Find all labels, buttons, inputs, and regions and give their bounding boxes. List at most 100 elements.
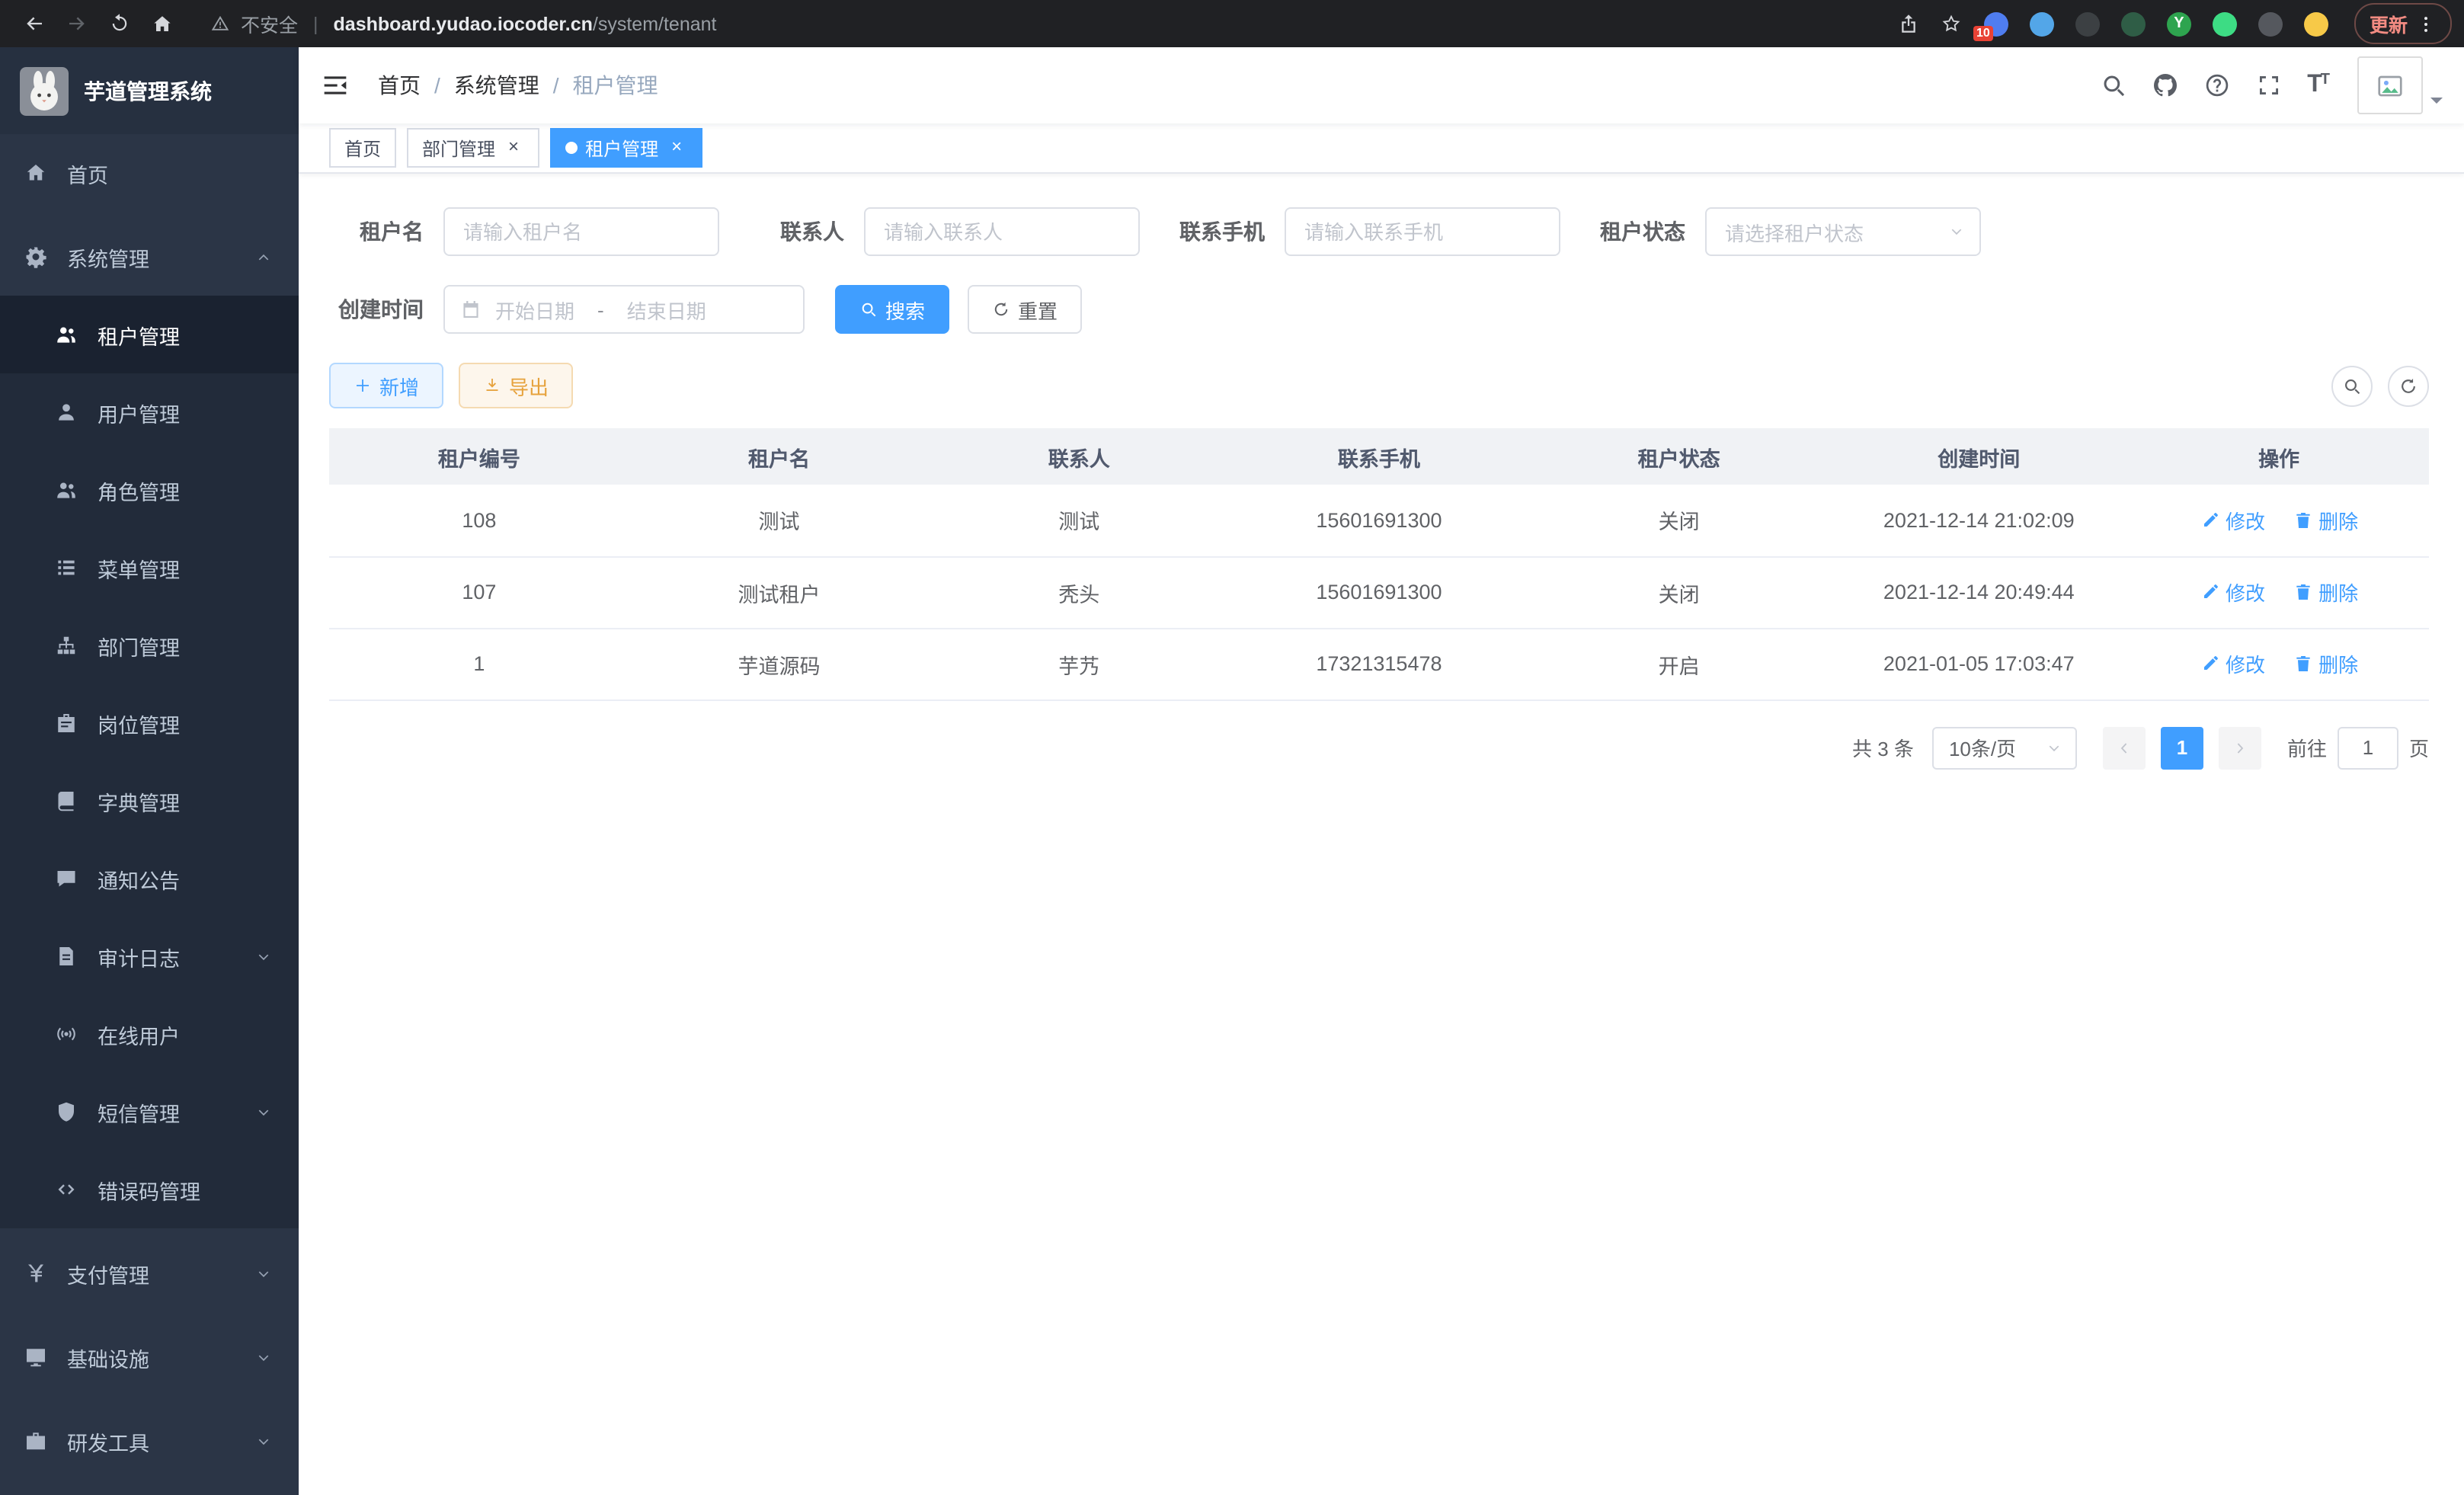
sidebar-item-pay[interactable]: 支付管理 — [0, 1234, 299, 1312]
home-icon — [24, 162, 47, 184]
sidebar-item-label: 用户管理 — [98, 397, 180, 427]
breadcrumb-system[interactable]: 系统管理 — [454, 70, 539, 101]
log-icon — [55, 945, 78, 968]
filter-row-1: 租户名 联系人 联系手机 租户状态 请选择租户状态 — [329, 207, 2429, 256]
tab-dept-manage[interactable]: 部门管理× — [407, 128, 539, 168]
tenant-name-label: 租户名 — [329, 216, 424, 247]
font-size-icon[interactable]: TT — [2307, 73, 2330, 98]
list-icon — [55, 556, 78, 579]
help-icon[interactable] — [2203, 72, 2231, 99]
cell-name: 测试 — [629, 485, 930, 556]
cell-id: 107 — [329, 556, 629, 628]
sidebar-item-user[interactable]: 用户管理 — [0, 373, 299, 451]
date-range-picker[interactable]: 开始日期 - 结束日期 — [443, 285, 805, 334]
contact-input[interactable] — [864, 207, 1140, 256]
phone-input[interactable] — [1285, 207, 1560, 256]
status-select[interactable]: 请选择租户状态 — [1705, 207, 1981, 256]
sidebar-item-audit-log[interactable]: 审计日志 — [0, 917, 299, 995]
tab-home[interactable]: 首页 — [329, 128, 396, 168]
right-toolbar — [2331, 365, 2429, 406]
extension-icon-ext-4[interactable] — [2121, 11, 2146, 36]
extension-icon-ext-1[interactable]: 10 — [1984, 11, 2008, 36]
filter-status: 租户状态 请选择租户状态 — [1591, 207, 1981, 256]
delete-button[interactable]: 删除 — [2293, 649, 2358, 678]
next-page-button[interactable] — [2219, 726, 2261, 769]
tabs-bar: 首页部门管理× 租户管理× — [299, 123, 2464, 174]
goto-page-input[interactable] — [2338, 726, 2398, 769]
edit-button[interactable]: 修改 — [2200, 649, 2265, 678]
sidebar-item-online-user[interactable]: 在线用户 — [0, 995, 299, 1073]
close-tab-icon[interactable]: × — [503, 137, 524, 158]
sidebar-item-menu[interactable]: 菜单管理 — [0, 529, 299, 607]
sidebar-item-post[interactable]: 岗位管理 — [0, 684, 299, 762]
browser-home-button[interactable] — [142, 4, 181, 43]
prev-page-button[interactable] — [2103, 726, 2146, 769]
delete-button[interactable]: 删除 — [2293, 578, 2358, 607]
sidebar-item-label: 通知公告 — [98, 863, 180, 894]
edit-icon — [2200, 654, 2219, 674]
refresh-icon — [992, 300, 1010, 319]
code-icon — [55, 1178, 78, 1201]
tenant-name-input[interactable] — [443, 207, 719, 256]
page-size-value: 10条/页 — [1949, 733, 2016, 762]
browser-back-button[interactable] — [14, 4, 53, 43]
chevron-left-icon — [2115, 738, 2133, 757]
sidebar: 芋道管理系统 首页系统管理租户管理用户管理角色管理菜单管理部门管理岗位管理字典管… — [0, 47, 299, 1495]
column-header: 操作 — [2129, 428, 2429, 485]
goto-unit: 页 — [2409, 733, 2429, 762]
cell-phone: 15601691300 — [1229, 556, 1529, 628]
extension-icon-ext-6[interactable] — [2213, 11, 2237, 36]
table-toolbar: 新增 导出 — [329, 363, 2429, 408]
header-search-icon[interactable] — [2100, 72, 2127, 99]
share-button[interactable] — [1890, 4, 1929, 43]
sidebar-item-home[interactable]: 首页 — [0, 134, 299, 212]
chevron-down-icon — [1947, 222, 1966, 241]
browser-forward-button[interactable] — [56, 4, 96, 43]
sidebar-item-system[interactable]: 系统管理 — [0, 218, 299, 296]
edit-button[interactable]: 修改 — [2200, 578, 2265, 607]
tab-tenant-manage[interactable]: 租户管理× — [550, 128, 702, 168]
shield-icon — [55, 1100, 78, 1123]
logo-image — [20, 66, 69, 115]
extension-icon-ext-3[interactable] — [2075, 11, 2100, 36]
extension-icon-ext-7[interactable] — [2258, 11, 2283, 36]
sidebar-item-notice[interactable]: 通知公告 — [0, 840, 299, 917]
user-menu[interactable] — [2357, 56, 2443, 114]
sidebar-toggle-icon[interactable] — [320, 70, 350, 101]
sidebar-item-dev-tool[interactable]: 研发工具 — [0, 1402, 299, 1480]
fullscreen-icon[interactable] — [2255, 72, 2283, 99]
sidebar-item-label: 基础设施 — [67, 1342, 149, 1372]
broken-image-icon — [2376, 71, 2405, 100]
sidebar-item-role[interactable]: 角色管理 — [0, 451, 299, 529]
cell-created: 2021-01-05 17:03:47 — [1829, 628, 2129, 699]
cell-phone: 15601691300 — [1229, 485, 1529, 556]
extension-icon-ext-8[interactable] — [2304, 11, 2328, 36]
search-button[interactable]: 搜索 — [835, 285, 949, 334]
sidebar-item-infra[interactable]: 基础设施 — [0, 1318, 299, 1396]
delete-button[interactable]: 删除 — [2293, 506, 2358, 535]
bookmark-button[interactable] — [1932, 4, 1972, 43]
sidebar-item-error-code[interactable]: 错误码管理 — [0, 1151, 299, 1228]
page-number-1[interactable]: 1 — [2161, 726, 2203, 769]
sidebar-item-dict[interactable]: 字典管理 — [0, 762, 299, 840]
toggle-search-button[interactable] — [2331, 365, 2373, 406]
edit-button[interactable]: 修改 — [2200, 506, 2265, 535]
user-icon — [55, 401, 78, 424]
update-chip[interactable]: 更新 — [2354, 3, 2452, 44]
address-bar[interactable]: 不安全 | dashboard.yudao.iocoder.cn/system/… — [195, 5, 1870, 43]
sidebar-item-sms[interactable]: 短信管理 — [0, 1073, 299, 1151]
breadcrumb-home[interactable]: 首页 — [378, 70, 421, 101]
sidebar-item-tenant[interactable]: 租户管理 — [0, 296, 299, 373]
export-button[interactable]: 导出 — [459, 363, 573, 408]
add-button[interactable]: 新增 — [329, 363, 443, 408]
reset-button[interactable]: 重置 — [968, 285, 1082, 334]
extension-icon-ext-5[interactable]: Y — [2167, 11, 2191, 36]
close-tab-icon[interactable]: × — [666, 137, 687, 158]
github-icon[interactable] — [2152, 72, 2179, 99]
cell-contact: 秃头 — [929, 556, 1229, 628]
browser-reload-button[interactable] — [99, 4, 139, 43]
page-size-select[interactable]: 10条/页 — [1932, 726, 2077, 769]
refresh-table-button[interactable] — [2388, 365, 2429, 406]
sidebar-item-dept[interactable]: 部门管理 — [0, 607, 299, 684]
extension-icon-ext-2[interactable] — [2030, 11, 2054, 36]
